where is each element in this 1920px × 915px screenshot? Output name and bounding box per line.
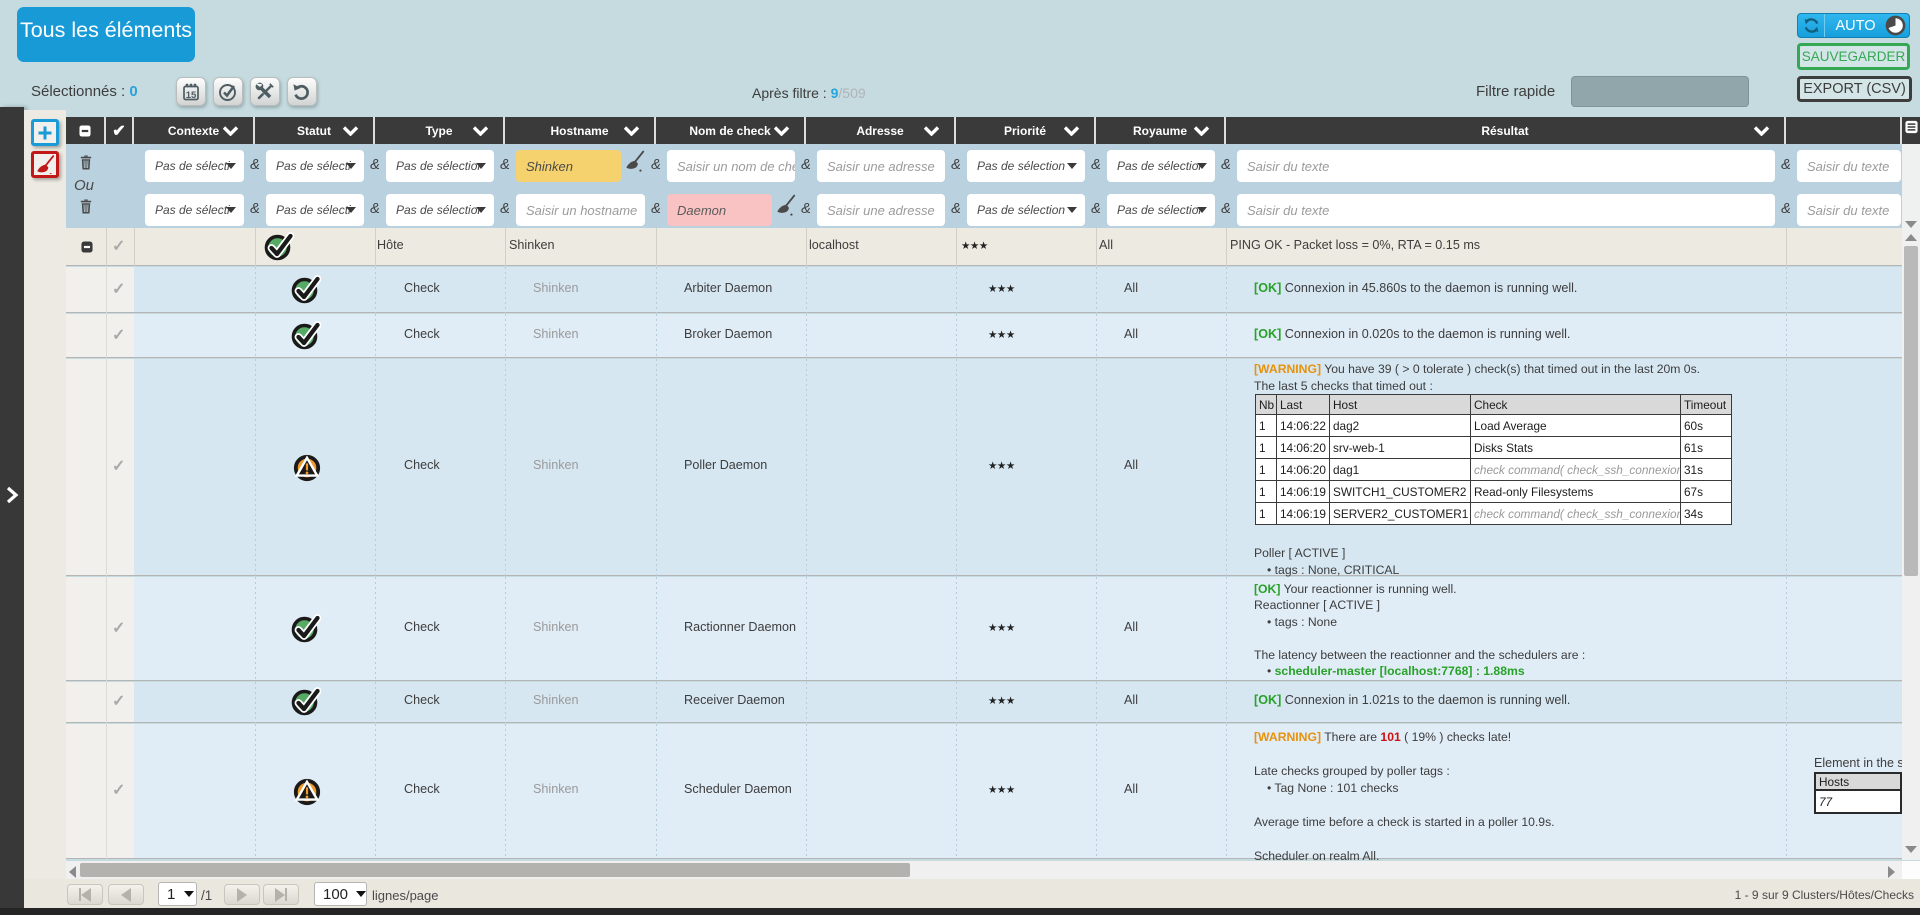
svg-text:15: 15: [186, 90, 197, 101]
